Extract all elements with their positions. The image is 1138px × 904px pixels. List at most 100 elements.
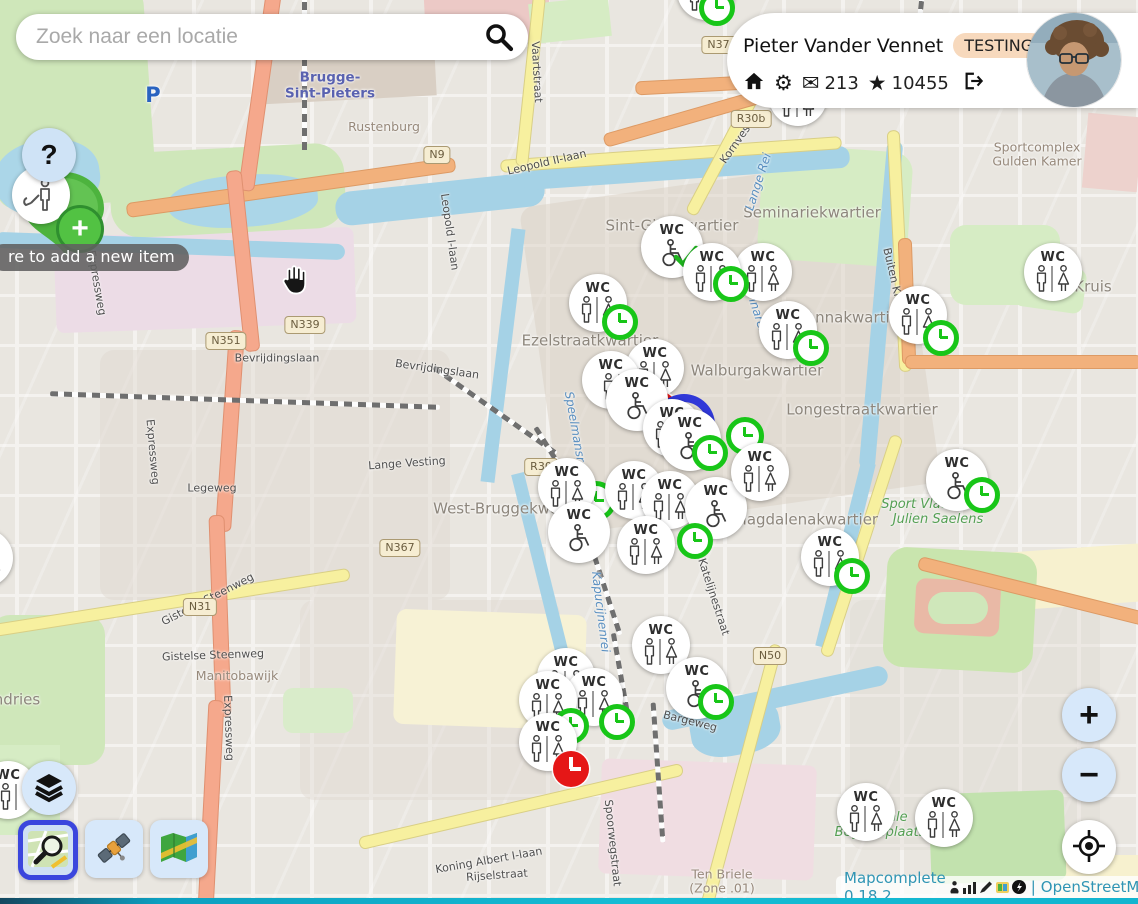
home-icon[interactable] [743,71,765,96]
messages-count: 213 [824,73,858,94]
marker-wc-label: WC [1041,251,1066,264]
marker-wc-label: WC [748,451,773,464]
toilet-marker-mf[interactable]: WC [677,0,735,20]
toilet-pictogram-icon [1035,265,1071,293]
map-canvas[interactable]: Brugge-Sint-PietersRustenburgPVaartstraa… [0,0,1138,904]
marker-wc-label: WC [660,224,685,237]
basemap-map-button[interactable] [150,820,208,878]
marker-wc-label: WC [776,309,801,322]
user-avatar[interactable] [1027,13,1121,107]
basemap-satellite-button[interactable] [85,820,143,878]
opening-hours-clock-badge [964,477,1000,513]
toilet-marker-mf[interactable]: WC [569,274,627,332]
attribution-separator: | [1031,878,1036,896]
changesets-count: 10455 [892,73,949,94]
toilet-pictogram-icon [643,638,679,666]
marker-wc-label: WC [599,359,624,372]
marker-wc-label: WC [658,479,683,492]
layers-button[interactable] [22,761,76,815]
marker-wc-label: WC [945,457,970,470]
bottom-panel-edge [0,898,1138,904]
geolocate-button[interactable] [1062,820,1116,874]
opening-hours-clock-badge [923,320,959,356]
marker-wc-label: WC [536,679,561,692]
add-item-tooltip: re to add a new item [0,244,189,271]
logout-icon[interactable] [962,71,984,96]
toilet-marker-mf[interactable]: WC [0,529,13,587]
zoom-out-button[interactable]: − [1062,748,1116,802]
map-markers-layer: WCWCWCWCWCWCWCWCWCWCWCWCWCWCWCWCWCWCWCWC… [0,0,1138,904]
toilet-pictogram-icon [745,265,781,293]
opening-hours-clock-badge [677,523,713,559]
toilet-marker-wheelchair[interactable]: WC [659,409,721,471]
toilet-pictogram-icon [0,783,17,811]
toilet-pictogram-icon [652,493,688,521]
basemap-osm-carto-button[interactable] [18,820,78,880]
changesets-star-icon: ★ [868,73,887,94]
hand-cursor [278,264,310,303]
marker-wc-label: WC [906,294,931,307]
toilet-pictogram-icon [848,805,884,833]
crosshair-icon [1072,829,1106,866]
opening-hours-clock-badge [698,684,734,720]
opening-hours-clock-badge [793,330,829,366]
marker-wc-label: WC [536,721,561,734]
toilet-marker-mf[interactable]: WC [683,243,741,301]
opening-hours-clock-badge [602,304,638,340]
help-button[interactable]: ? [22,128,76,182]
marker-wc-label: WC [567,509,592,522]
marker-wc-label: WC [622,469,647,482]
marker-wc-label: WC [751,251,776,264]
marker-wc-label: WC [678,417,703,430]
marker-wc-label: WC [685,665,710,678]
toilet-marker-wheelchair[interactable]: WC [548,501,610,563]
marker-wc-label: WC [625,377,650,390]
satellite-icon [94,828,134,871]
mapcomplete-app: Brugge-Sint-PietersRustenburgPVaartstraa… [0,0,1138,904]
marker-wc-label: WC [854,791,879,804]
toilet-marker-mf[interactable]: WC [837,783,895,841]
map-magnifier-icon [26,827,70,874]
toilet-marker-mf[interactable]: WC [1024,243,1082,301]
attribution-osm-link[interactable]: OpenStreetMap [1041,878,1138,896]
toilet-marker-wheelchair[interactable]: WC [926,449,988,511]
marker-wc-label: WC [554,656,579,669]
user-name: Pieter Vander Vennet [743,35,943,57]
statistics-icon[interactable] [963,881,976,894]
copyright-icon[interactable] [1012,880,1026,894]
toilet-marker-mf[interactable]: WC [759,301,817,359]
user-panel: Pieter Vander Vennet TESTING ⚙ ✉ 213 ★ 1… [727,13,1138,108]
toilet-pictogram-icon [0,551,2,579]
opening-hours-clock-badge [692,435,728,471]
marker-wc-label: WC [0,769,20,782]
toilet-marker-mf[interactable]: WC [731,443,789,501]
attribution-bar: Mapcomplete 0.18.2 | OpenStreetMap [836,876,1138,898]
toilet-marker-mf[interactable]: WC [519,713,577,771]
opening-hours-clock-badge [713,266,749,302]
marker-wc-label: WC [649,624,674,637]
marker-wc-label: WC [818,536,843,549]
toilet-marker-mf[interactable]: WC [801,528,859,586]
wheelchair-icon [701,499,731,529]
messages-mail-icon[interactable]: ✉ [802,73,820,94]
toilet-marker-wheelchair[interactable]: WC [666,657,728,719]
toilet-marker-mf[interactable]: WC [889,286,947,344]
opening-hours-clock-badge [834,558,870,594]
contributor-icon[interactable] [949,880,960,894]
zoom-in-button[interactable]: + [1062,688,1116,742]
toilet-pictogram-icon [628,538,664,566]
toilet-marker-mf[interactable]: WC [915,789,973,847]
theme-mini-icon[interactable] [996,881,1009,894]
edit-pencil-icon[interactable] [979,880,993,894]
location-search [16,14,528,60]
search-icon[interactable] [484,22,514,52]
closed-clock-badge [553,751,589,787]
search-input[interactable] [16,25,484,49]
opening-hours-clock-badge [599,704,635,740]
marker-wc-label: WC [704,485,729,498]
marker-wc-label: WC [586,282,611,295]
marker-wc-label: WC [643,347,668,360]
settings-gear-icon[interactable]: ⚙ [774,73,793,94]
toilet-marker-mf[interactable]: WC [617,516,675,574]
marker-wc-label: WC [932,797,957,810]
